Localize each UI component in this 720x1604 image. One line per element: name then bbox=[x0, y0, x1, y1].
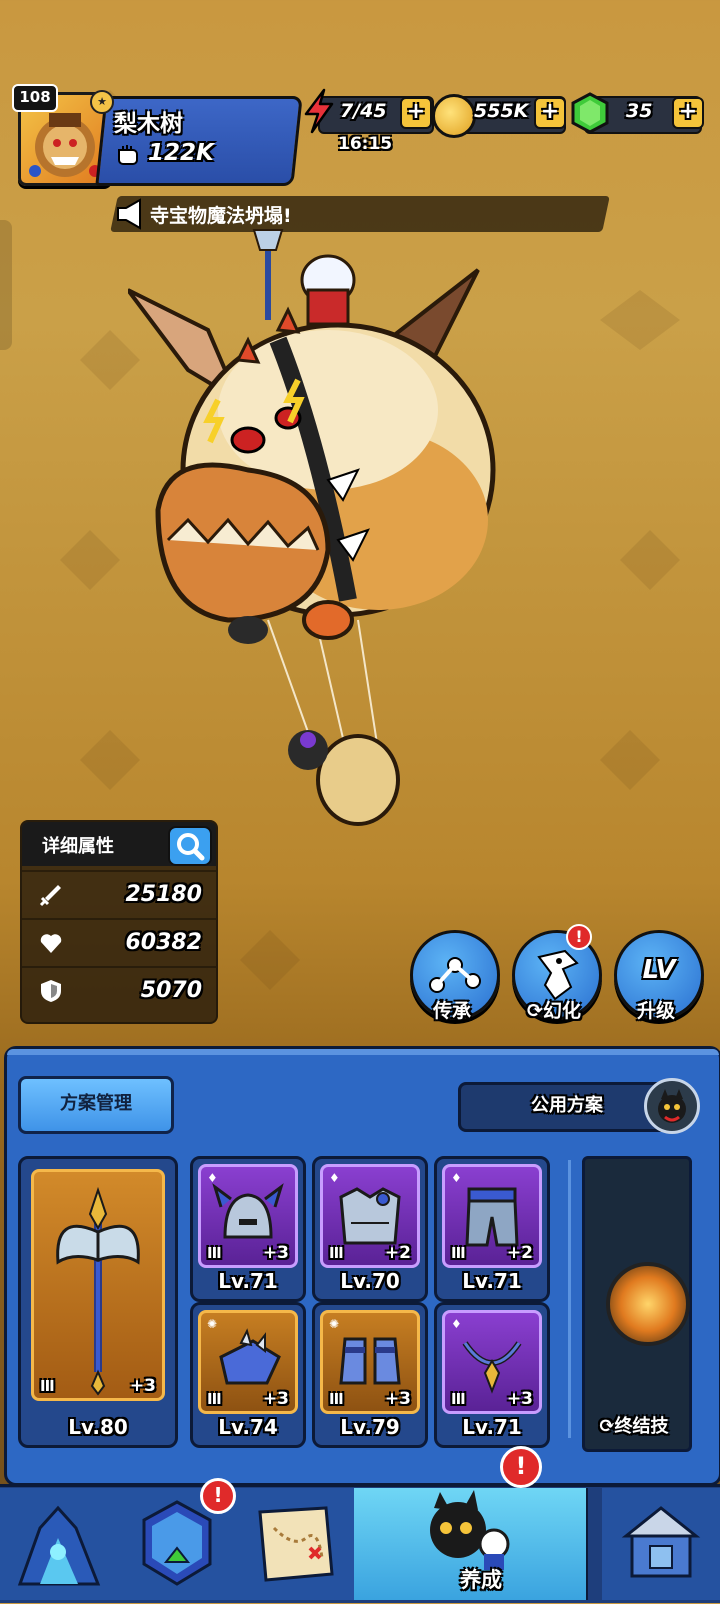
side-drawer-tab[interactable] bbox=[0, 220, 12, 350]
attack-value: 25180 bbox=[125, 882, 202, 907]
add-gold-button[interactable]: + bbox=[534, 97, 566, 129]
gear-enhance: +2 bbox=[506, 1243, 533, 1263]
shadow-creature-icon bbox=[658, 1089, 686, 1123]
player-name: 梨木树 bbox=[114, 111, 183, 137]
gear-tier: III bbox=[207, 1390, 222, 1408]
gold-coin-icon bbox=[432, 94, 476, 138]
stat-row-attack: 25180 bbox=[22, 870, 216, 918]
gear-enhance: +3 bbox=[384, 1389, 411, 1409]
gear-slot-necklace[interactable]: ♦ III +3 Lv.71 bbox=[434, 1302, 550, 1448]
scheme-management-button[interactable]: 方案管理 bbox=[18, 1076, 174, 1134]
gear-slot-helmet[interactable]: ♦ III +3 Lv.71 bbox=[190, 1156, 306, 1302]
gear-level: Lv.71 bbox=[462, 1415, 522, 1439]
nav-tab-map[interactable] bbox=[236, 1488, 356, 1600]
magnifier-icon bbox=[177, 833, 205, 861]
energy-value: 7/45 bbox=[340, 100, 387, 122]
lightning-icon bbox=[304, 88, 334, 134]
weapon-tier: III bbox=[40, 1377, 55, 1395]
stats-title: 详细属性 bbox=[42, 836, 114, 857]
treasure-map-icon bbox=[258, 1506, 334, 1582]
transform-alert-badge: ! bbox=[566, 924, 592, 950]
favorite-mark-icon: ♦ bbox=[207, 1171, 218, 1185]
crystal-castle-icon bbox=[17, 1505, 101, 1586]
gear-tier: III bbox=[329, 1244, 344, 1262]
nav-tab-realm[interactable] bbox=[0, 1488, 120, 1600]
evolve-mark-icon: ✺ bbox=[207, 1317, 218, 1331]
gear-enhance: +3 bbox=[262, 1243, 289, 1263]
upgrade-alert-badge: ! bbox=[200, 1478, 236, 1514]
finisher-skill-icon bbox=[606, 1262, 690, 1346]
gear-level: Lv.74 bbox=[218, 1415, 278, 1439]
transform-label: ⟳幻化 bbox=[504, 996, 604, 1023]
favorite-mark-icon: ♦ bbox=[329, 1171, 340, 1185]
favorite-mark-icon: ♦ bbox=[451, 1317, 462, 1331]
gear-slot-chest[interactable]: ♦ III +2 Lv.70 bbox=[312, 1156, 428, 1302]
gear-enhance: +2 bbox=[384, 1243, 411, 1263]
shop-building-icon bbox=[621, 1506, 701, 1578]
upgrade-label: 升级 bbox=[636, 1000, 675, 1022]
battle-axe-icon bbox=[56, 1186, 140, 1396]
cultivate-alert-badge: ! bbox=[500, 1446, 542, 1488]
gear-level: Lv.79 bbox=[340, 1415, 400, 1439]
energy-timer: 16:15 bbox=[338, 134, 393, 154]
health-value: 60382 bbox=[125, 930, 202, 955]
stats-detail-button[interactable] bbox=[168, 826, 212, 866]
gear-slot-pants[interactable]: ♦ III +2 Lv.71 bbox=[434, 1156, 550, 1302]
nav-tab-shop[interactable] bbox=[602, 1488, 720, 1600]
weapon-frame: III +3 bbox=[31, 1169, 165, 1401]
gear-tier: III bbox=[329, 1390, 344, 1408]
gem-value: 35 bbox=[626, 100, 653, 122]
transform-label-text: 幻化 bbox=[542, 1000, 581, 1022]
gear-tier: III bbox=[451, 1390, 466, 1408]
gear-enhance: +3 bbox=[506, 1389, 533, 1409]
hero-mount-illustration[interactable] bbox=[128, 220, 548, 840]
vip-star-icon: ★ bbox=[90, 90, 114, 114]
gear-level: Lv.71 bbox=[218, 1269, 278, 1293]
add-energy-button[interactable]: + bbox=[400, 97, 432, 129]
weapon-level: Lv.80 bbox=[68, 1415, 128, 1439]
green-gem-icon bbox=[571, 92, 609, 134]
gear-slot-boots[interactable]: ✺ III +3 Lv.79 bbox=[312, 1302, 428, 1448]
fist-power-icon bbox=[118, 145, 138, 165]
nav-tab-cultivate-label: 养成 bbox=[460, 1568, 502, 1592]
stat-row-defense: 5070 bbox=[22, 966, 216, 1014]
gold-value: 555K bbox=[474, 100, 529, 122]
defense-value: 5070 bbox=[140, 978, 202, 1003]
inherit-label: 传承 bbox=[432, 1000, 471, 1022]
gear-tier: III bbox=[207, 1244, 222, 1262]
stats-panel: 详细属性 25180 60382 5070 bbox=[20, 820, 218, 1024]
gear-frame: ♦ III +3 bbox=[442, 1310, 542, 1414]
add-gems-button[interactable]: + bbox=[672, 97, 704, 129]
weapon-slot[interactable]: III +3 Lv.80 bbox=[18, 1156, 178, 1448]
gear-frame: ♦ III +2 bbox=[442, 1164, 542, 1268]
weapon-enhance: +3 bbox=[129, 1376, 156, 1396]
favorite-mark-icon: ♦ bbox=[451, 1171, 462, 1185]
finisher-skill-text: 终结技 bbox=[614, 1416, 669, 1437]
stat-row-health: 60382 bbox=[22, 918, 216, 966]
power-value: 122K bbox=[148, 140, 214, 166]
heart-icon bbox=[40, 934, 62, 953]
gear-frame: ✺ III +3 bbox=[320, 1310, 420, 1414]
gear-tier: III bbox=[451, 1244, 466, 1262]
gear-level: Lv.70 bbox=[340, 1269, 400, 1293]
evolve-mark-icon: ✺ bbox=[329, 1317, 340, 1331]
finisher-skill-label: ⟳终结技 bbox=[582, 1412, 686, 1438]
gear-frame: ♦ III +2 bbox=[320, 1164, 420, 1268]
shield-icon bbox=[41, 980, 61, 1002]
gear-level: Lv.71 bbox=[462, 1269, 522, 1293]
gear-frame: ✺ III +3 bbox=[198, 1310, 298, 1414]
swap-icon: ⟳ bbox=[599, 1416, 615, 1437]
panel-divider bbox=[568, 1160, 571, 1438]
gear-frame: ♦ III +3 bbox=[198, 1164, 298, 1268]
shared-scheme-avatar[interactable] bbox=[644, 1078, 700, 1134]
refresh-icon: ⟳ bbox=[527, 1000, 543, 1022]
lv-up-icon: LV bbox=[642, 955, 676, 985]
gear-enhance: +3 bbox=[262, 1389, 289, 1409]
sword-icon bbox=[39, 885, 61, 907]
gear-slot-gauntlet[interactable]: ✺ III +3 Lv.74 bbox=[190, 1302, 306, 1448]
player-level-badge: 108 bbox=[12, 84, 58, 112]
